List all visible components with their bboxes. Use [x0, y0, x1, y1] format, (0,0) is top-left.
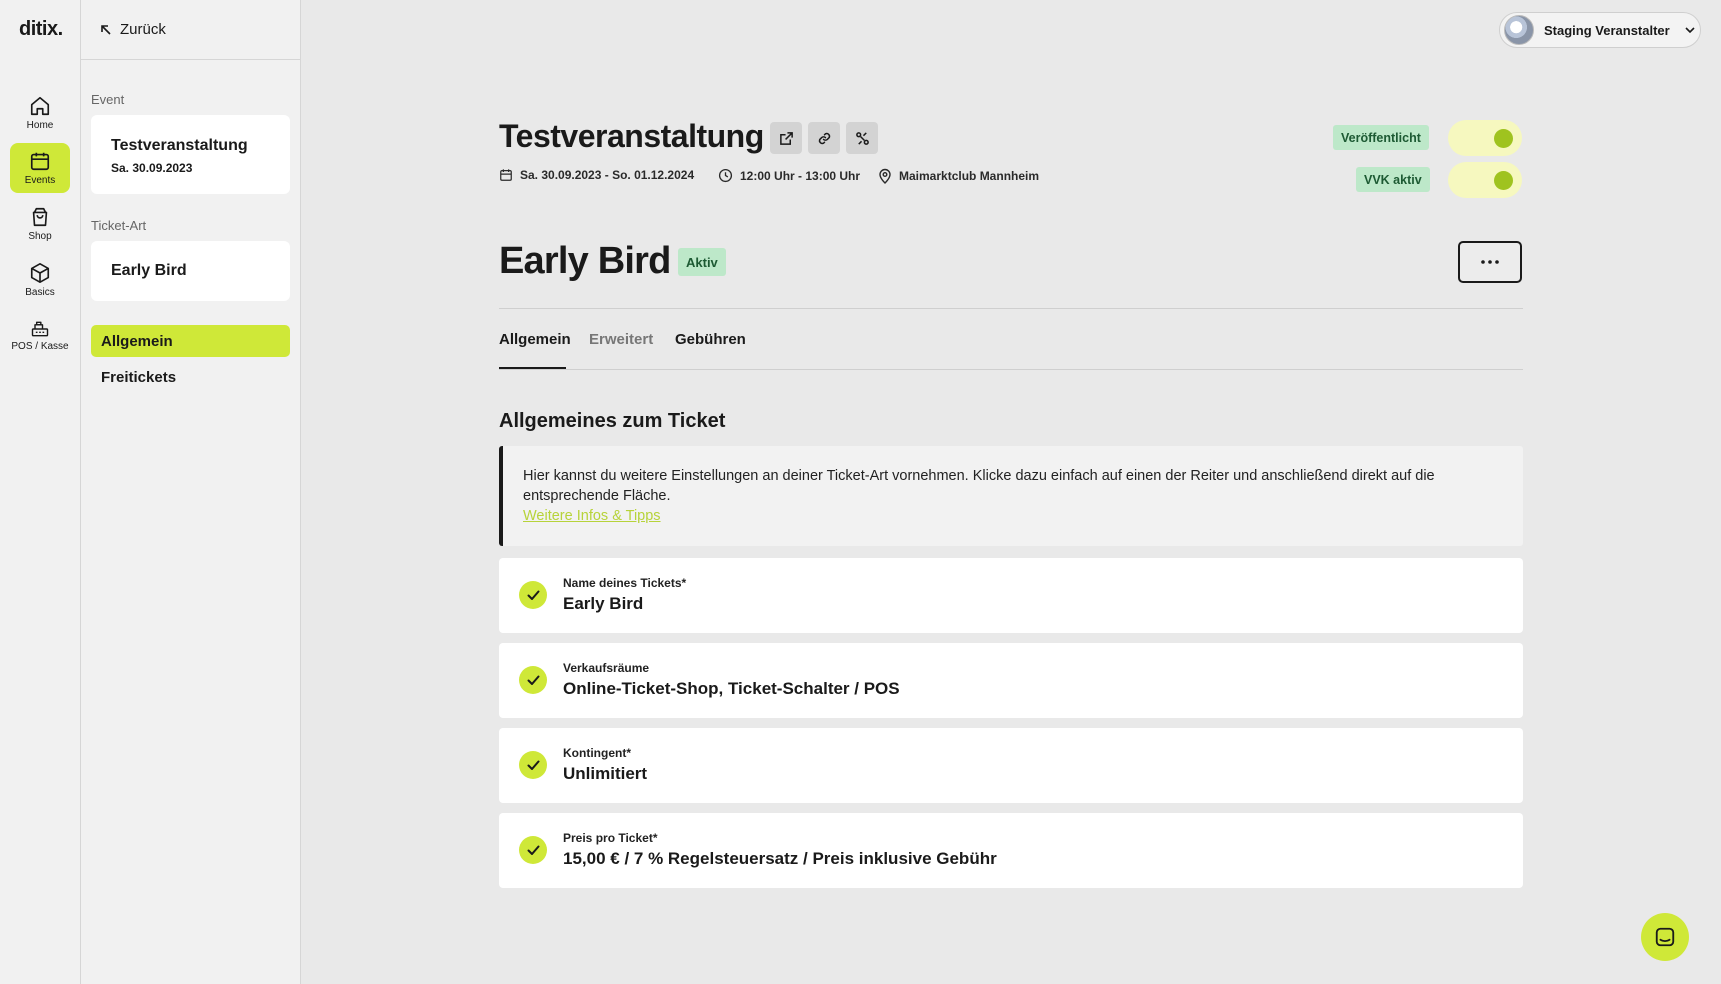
copy-link-button[interactable] [808, 122, 840, 154]
qr-scan-button[interactable] [846, 122, 878, 154]
event-card-date: Sa. 30.09.2023 [111, 161, 193, 175]
published-status-badge: Veröffentlicht [1333, 125, 1429, 150]
field-label: Verkaufsräume [563, 661, 650, 675]
field-price[interactable]: Preis pro Ticket* 15,00 € / 7 % Regelste… [499, 813, 1523, 888]
event-date-meta: Sa. 30.09.2023 - So. 01.12.2024 [499, 168, 694, 182]
ticket-title: Early Bird [499, 240, 671, 282]
scan-icon [855, 131, 870, 146]
calendar-icon [499, 168, 513, 182]
ticket-card[interactable]: Early Bird [91, 241, 290, 301]
shopping-bag-icon [29, 206, 51, 228]
side-nav-freitickets[interactable]: Freitickets [91, 361, 290, 393]
clock-icon [718, 168, 733, 183]
field-ticket-name[interactable]: Name deines Tickets* Early Bird [499, 558, 1523, 633]
back-label: Zurück [120, 21, 166, 38]
info-box: Hier kannst du weitere Einstellungen an … [499, 446, 1523, 546]
info-link[interactable]: Weitere Infos & Tipps [523, 508, 661, 524]
tabs-divider [499, 369, 1523, 370]
rail-item-home[interactable]: Home [10, 88, 70, 138]
ticket-card-title: Early Bird [111, 262, 187, 279]
rail-item-label: Shop [28, 231, 52, 242]
organizer-switcher[interactable]: Staging Veranstalter [1499, 12, 1701, 48]
field-label: Kontingent* [563, 746, 631, 760]
info-text: Hier kannst du weitere Einstellungen an … [523, 468, 1435, 504]
rail-item-pos[interactable]: POS / Kasse [10, 311, 70, 361]
field-value: Early Bird [563, 594, 644, 613]
published-toggle[interactable] [1448, 120, 1522, 156]
check-icon [519, 836, 547, 864]
rail-item-label: Home [26, 120, 54, 131]
home-icon [29, 95, 51, 117]
rail-item-label: POS / Kasse [11, 341, 69, 352]
secondary-sidebar: Zurück Event Testveranstaltung Sa. 30.09… [81, 0, 301, 984]
side-nav-allgemein[interactable]: Allgemein [91, 325, 290, 357]
chevron-down-icon [1684, 24, 1696, 36]
open-external-button[interactable] [770, 122, 802, 154]
event-time-meta: 12:00 Uhr - 13:00 Uhr [718, 168, 860, 183]
chat-launcher-button[interactable] [1641, 913, 1689, 961]
chat-icon [1654, 926, 1676, 948]
field-value: Unlimitiert [563, 764, 648, 783]
app-logo[interactable]: ditix. [19, 18, 63, 41]
header-divider [499, 308, 1523, 309]
field-value: 15,00 € / 7 % Regelsteuersatz / Preis in… [563, 849, 997, 868]
arrow-up-left-icon [100, 24, 112, 36]
toggle-knob [1494, 171, 1513, 190]
more-horizontal-icon [1481, 260, 1499, 264]
field-label: Name deines Tickets* [563, 576, 687, 590]
tab-gebuehren[interactable]: Gebühren [675, 331, 746, 348]
more-options-button[interactable] [1458, 241, 1522, 283]
check-icon [519, 751, 547, 779]
main-content: Staging Veranstalter Testveranstaltung S… [302, 0, 1721, 984]
ticket-status-badge: Aktiv [678, 248, 726, 276]
rail-item-shop[interactable]: Shop [10, 199, 70, 249]
back-button[interactable]: Zurück [81, 0, 300, 60]
organizer-avatar [1504, 15, 1534, 45]
presale-status-badge: VVK aktiv [1356, 167, 1430, 192]
map-pin-icon [878, 168, 892, 184]
external-link-icon [779, 131, 794, 146]
check-icon [519, 666, 547, 694]
calendar-icon [29, 150, 51, 172]
rail-item-label: Events [24, 175, 56, 186]
toggle-knob [1494, 129, 1513, 148]
ticket-section-label: Ticket-Art [91, 218, 147, 233]
organizer-name: Staging Veranstalter [1544, 22, 1670, 38]
cash-register-icon [30, 320, 50, 338]
event-location-meta: Maimarktclub Mannheim [878, 168, 1039, 184]
event-date-range: Sa. 30.09.2023 - So. 01.12.2024 [520, 168, 695, 182]
link-icon [817, 131, 832, 146]
event-card[interactable]: Testveranstaltung Sa. 30.09.2023 [91, 115, 290, 194]
field-quota[interactable]: Kontingent* Unlimitiert [499, 728, 1523, 803]
tab-erweitert[interactable]: Erweitert [589, 331, 653, 348]
check-icon [519, 581, 547, 609]
tab-allgemein[interactable]: Allgemein [499, 331, 571, 348]
event-card-title: Testveranstaltung [111, 137, 248, 154]
main-nav-rail: ditix. Home Events Shop Basics POS / Kas… [0, 0, 81, 984]
event-section-label: Event [91, 92, 125, 107]
section-title: Allgemeines zum Ticket [499, 410, 726, 432]
field-label: Preis pro Ticket* [563, 831, 658, 845]
box-icon [29, 262, 51, 284]
event-time-range: 12:00 Uhr - 13:00 Uhr [740, 168, 861, 183]
rail-item-basics[interactable]: Basics [10, 255, 70, 305]
event-title: Testveranstaltung [499, 118, 764, 154]
rail-item-label: Basics [25, 287, 55, 298]
rail-item-events[interactable]: Events [10, 143, 70, 193]
field-value: Online-Ticket-Shop, Ticket-Schalter / PO… [563, 679, 900, 698]
event-location: Maimarktclub Mannheim [899, 169, 1040, 183]
field-sales-channels[interactable]: Verkaufsräume Online-Ticket-Shop, Ticket… [499, 643, 1523, 718]
presale-toggle[interactable] [1448, 162, 1522, 198]
